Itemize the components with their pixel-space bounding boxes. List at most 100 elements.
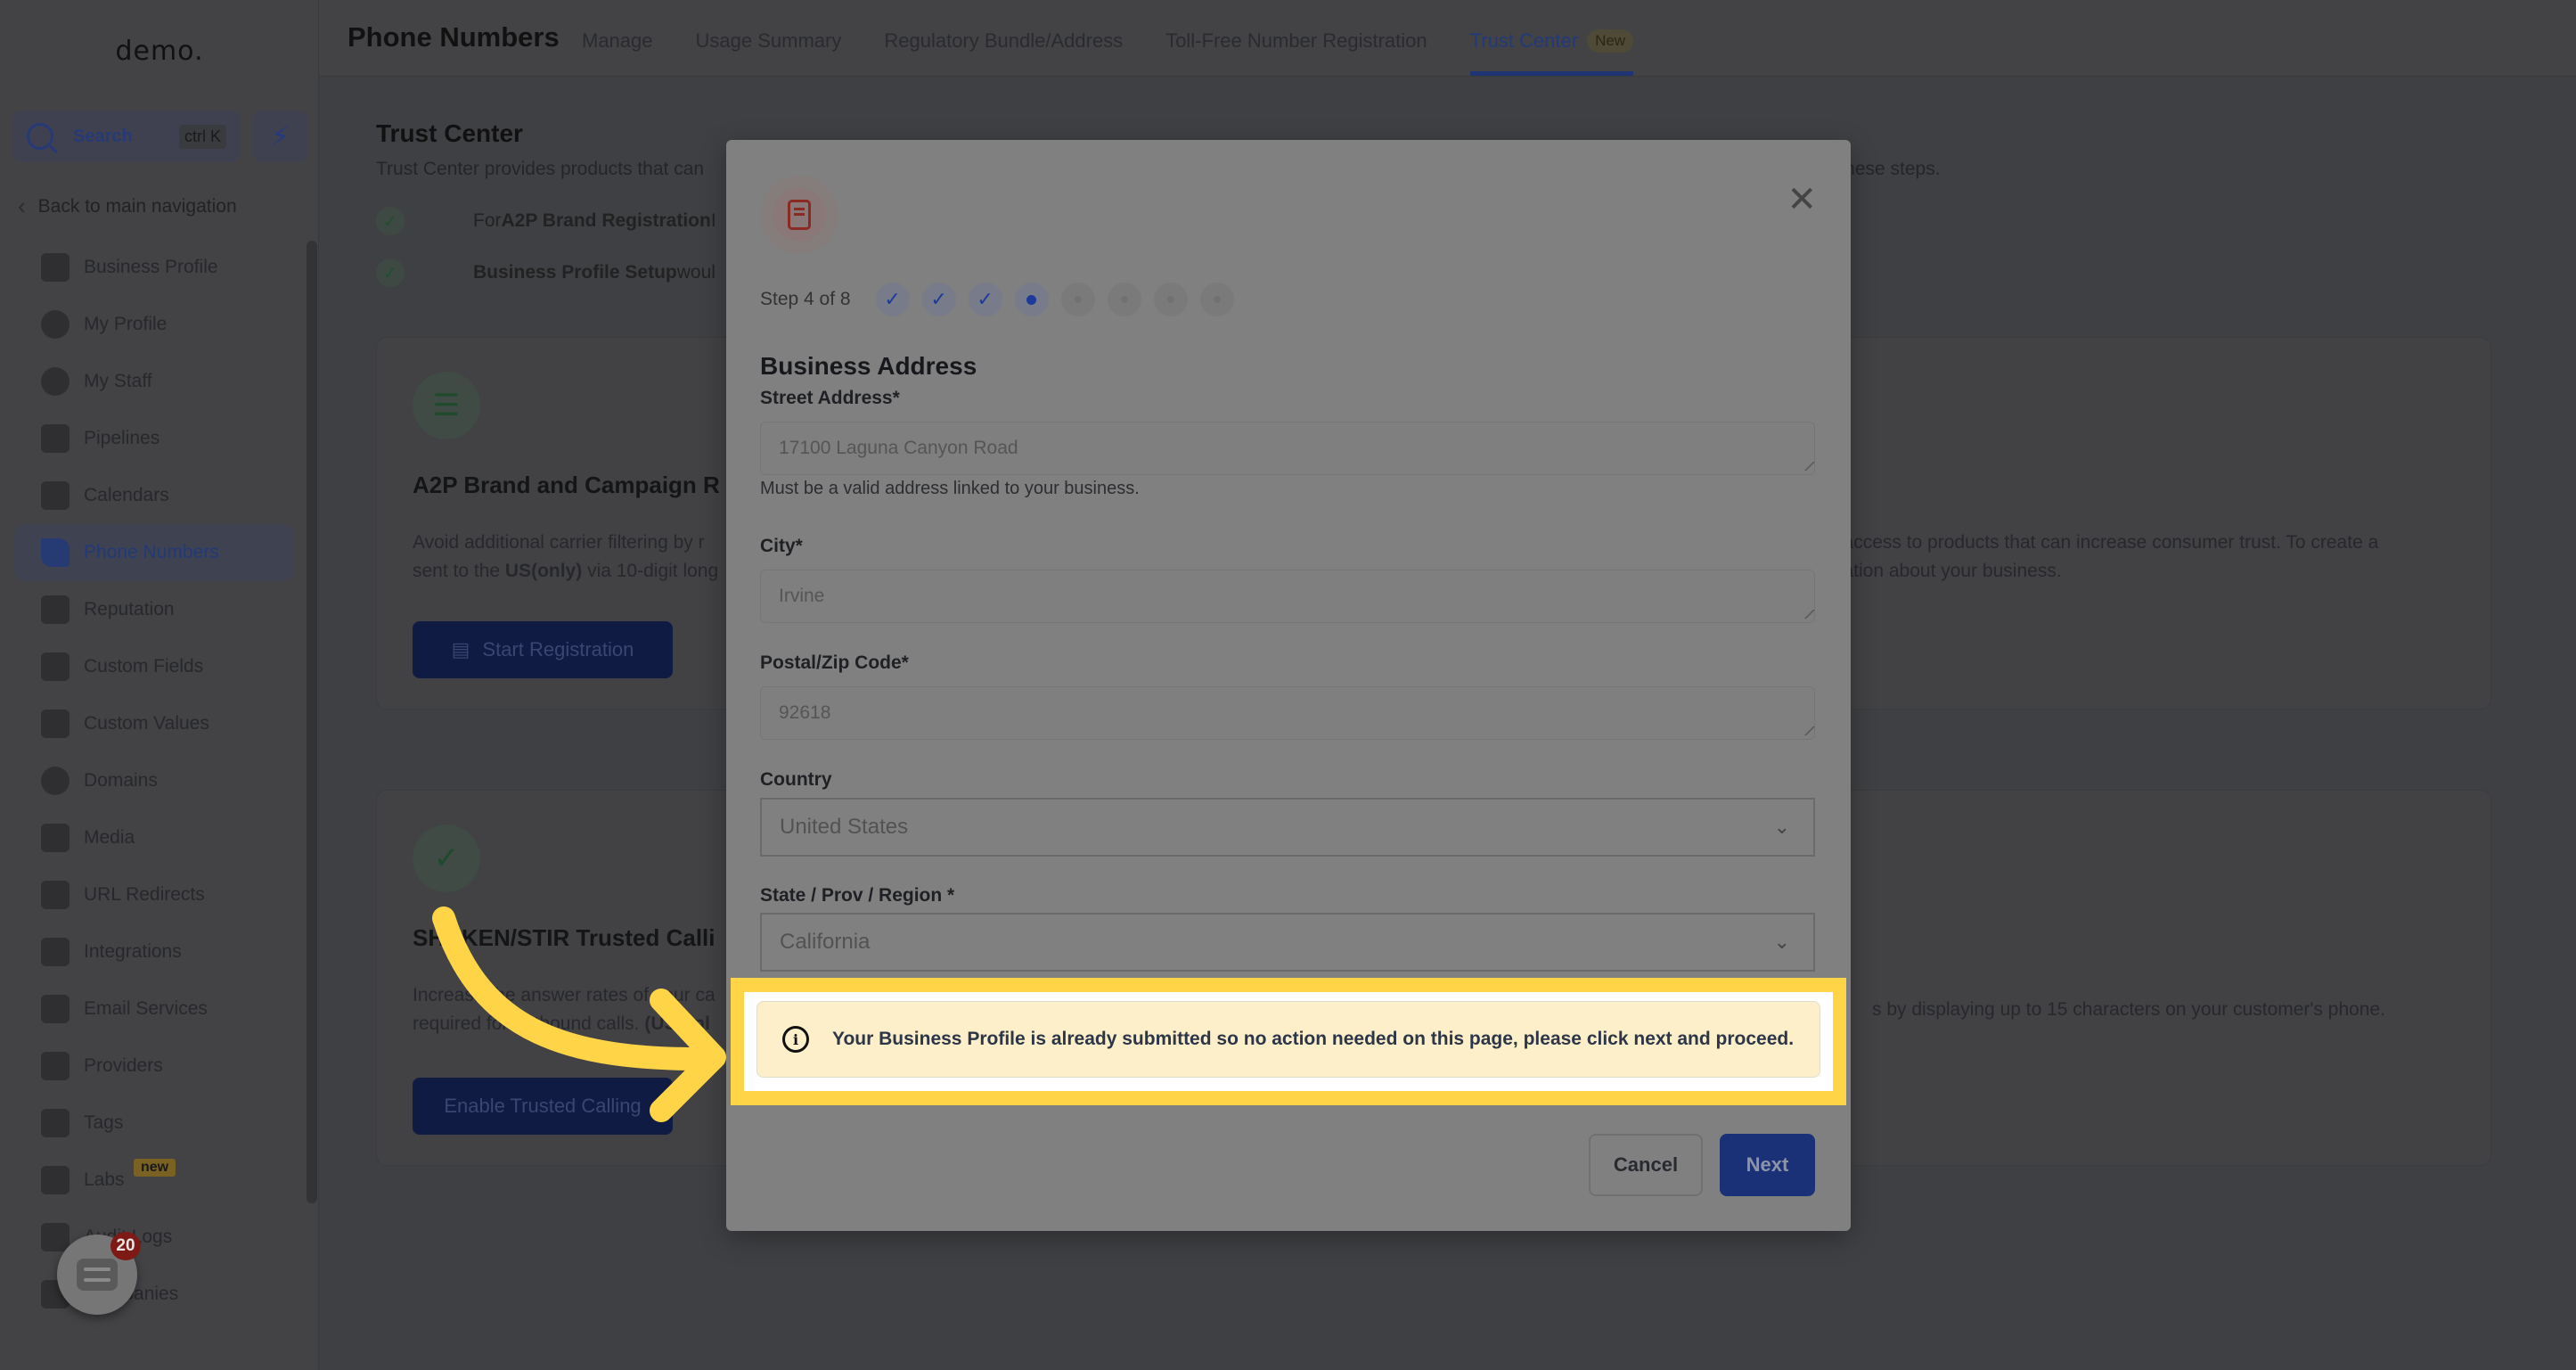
state-select[interactable]: California ⌄ <box>760 913 1815 972</box>
city-field[interactable]: Irvine <box>760 570 1815 623</box>
tab-label: Usage Summary <box>695 29 842 52</box>
tab-trust-center[interactable]: Trust Center New <box>1469 29 1634 76</box>
step-pending-8 <box>1199 283 1234 316</box>
sidebar-item-label: Custom Fields <box>84 656 204 677</box>
start-registration-button[interactable]: ▤ Start Registration <box>413 621 673 678</box>
checklist-bold: Business Profile Setup <box>473 262 677 283</box>
sidebar-item-label: Email Services <box>84 998 208 1019</box>
step-pending-5 <box>1060 283 1095 316</box>
checklist-item: ✓ For A2P Brand Registration I <box>376 207 716 235</box>
sidebar-item-my-profile[interactable]: My Profile <box>0 296 303 353</box>
street-address-help: Must be a valid address linked to your b… <box>760 479 1140 498</box>
sidebar-item-email-services[interactable]: Email Services <box>0 980 303 1038</box>
user-icon <box>41 367 70 396</box>
select-value: United States <box>780 815 909 839</box>
field-value: Irvine <box>779 586 825 606</box>
step-complete-3: ✓ <box>968 283 1002 316</box>
sidebar-item-url-redirects[interactable]: URL Redirects <box>0 866 303 923</box>
tab-usage-summary[interactable]: Usage Summary <box>696 29 842 76</box>
next-button[interactable]: Next <box>1720 1134 1815 1196</box>
step-complete-1: ✓ <box>875 283 910 316</box>
section-title: Business Address <box>760 352 977 380</box>
modal-icon-ring <box>760 176 838 254</box>
postal-code-label: Postal/Zip Code* <box>760 652 909 673</box>
search-shortcut: ctrl K <box>178 124 226 149</box>
card-title: SHAKEN/STIR Trusted Calli <box>413 924 716 951</box>
resize-handle[interactable] <box>1797 462 1815 471</box>
sidebar-item-custom-fields[interactable]: Custom Fields <box>0 638 303 695</box>
chat-icon <box>77 1259 118 1291</box>
text: required for outbound calls. <box>413 1013 645 1034</box>
video-icon <box>41 824 70 852</box>
sidebar-item-labs[interactable]: Labs new <box>0 1152 303 1209</box>
tab-label: Toll-Free Number Registration <box>1165 29 1427 52</box>
sidebar-scrollbar[interactable] <box>307 241 317 1203</box>
card-text-line: u access to products that can increase c… <box>1828 532 2379 553</box>
card-text-line: Avoid additional carrier filtering by r <box>413 532 705 553</box>
check-icon: ✓ <box>376 258 405 287</box>
sidebar-item-label: Calendars <box>84 485 169 505</box>
sidebar-item-domains[interactable]: Domains <box>0 752 303 809</box>
tab-label: Manage <box>582 29 653 52</box>
card-text: Avoid additional carrier filtering by r … <box>413 529 718 586</box>
sidebar-item-audit-logs[interactable]: Audit Logs <box>0 1209 303 1266</box>
tab-toll-free-registration[interactable]: Toll-Free Number Registration <box>1165 29 1427 76</box>
logo: demo. <box>115 36 204 67</box>
chevron-down-icon: ⌄ <box>1773 931 1790 953</box>
sidebar-item-companies[interactable]: Companies <box>0 1266 303 1323</box>
tabs: Manage Usage Summary Regulatory Bundle/A… <box>582 29 1634 76</box>
integrations-icon <box>41 938 70 966</box>
sidebar-item-integrations[interactable]: Integrations <box>0 923 303 980</box>
button-label: Start Registration <box>482 638 634 660</box>
sidebar-item-tags[interactable]: Tags <box>0 1095 303 1152</box>
step-label: Step 4 of 8 <box>760 289 851 309</box>
sidebar-item-media[interactable]: Media <box>0 809 303 866</box>
diamond-icon <box>41 710 70 738</box>
card-text-line: s by displaying up to 15 characters on y… <box>1872 999 2385 1020</box>
sidebar-item-label: Tags <box>84 1112 124 1133</box>
street-address-label: Street Address* <box>760 388 900 408</box>
tab-label: Trust Center <box>1469 29 1579 52</box>
sidebar-item-business-profile[interactable]: Business Profile <box>0 239 303 296</box>
sidebar: demo. Search ctrl K ⚡ ‹ Back to main nav… <box>0 0 319 1370</box>
resize-handle[interactable] <box>1797 610 1815 619</box>
card-text-line: Increase the answer rates of your ca <box>413 985 716 1005</box>
country-label: Country <box>760 769 832 790</box>
country-select[interactable]: United States ⌄ <box>760 798 1815 857</box>
enable-trusted-calling-button[interactable]: Enable Trusted Calling <box>413 1078 673 1135</box>
street-address-field[interactable]: 17100 Laguna Canyon Road <box>760 422 1815 475</box>
clipboard-check-icon <box>41 1052 70 1080</box>
quick-actions-button[interactable]: ⚡ <box>253 111 307 162</box>
checklist-item: ✓ Business Profile Setup woul <box>376 258 716 287</box>
business-address-modal: ✕ Step 4 of 8 ✓ ✓ ✓ Business Address Str… <box>726 140 1851 1231</box>
sidebar-item-providers[interactable]: Providers <box>0 1038 303 1095</box>
tab-regulatory-bundle[interactable]: Regulatory Bundle/Address <box>884 29 1123 76</box>
back-to-main-nav-link[interactable]: ‹ Back to main navigation <box>18 193 237 220</box>
resize-handle[interactable] <box>1797 726 1815 735</box>
redirect-icon <box>41 881 70 909</box>
field-value: 92618 <box>779 702 831 723</box>
globe-icon <box>41 767 70 795</box>
new-badge: New <box>1587 29 1634 53</box>
checklist-text: woul <box>676 262 716 283</box>
tab-manage[interactable]: Manage <box>582 29 653 76</box>
sidebar-item-phone-numbers[interactable]: Phone Numbers <box>14 524 294 581</box>
sidebar-item-my-staff[interactable]: My Staff <box>0 353 303 410</box>
cancel-button[interactable]: Cancel <box>1589 1134 1703 1196</box>
sidebar-item-label: Reputation <box>84 599 175 619</box>
search-button[interactable]: Search ctrl K <box>12 111 241 162</box>
star-icon <box>41 595 70 624</box>
close-button[interactable]: ✕ <box>1787 179 1817 220</box>
text-bold: (US onl <box>644 1013 710 1034</box>
postal-code-field[interactable]: 92618 <box>760 686 1815 740</box>
highlight-box: i Your Business Profile is already submi… <box>731 978 1846 1105</box>
sidebar-item-calendars[interactable]: Calendars <box>0 467 303 524</box>
new-badge: new <box>134 1159 176 1177</box>
mail-icon <box>41 995 70 1023</box>
sidebar-item-reputation[interactable]: Reputation <box>0 581 303 638</box>
sidebar-nav: Business Profile My Profile My Staff Pip… <box>0 239 303 1323</box>
sidebar-item-pipelines[interactable]: Pipelines <box>0 410 303 467</box>
flask-icon <box>41 1166 70 1194</box>
sidebar-item-custom-values[interactable]: Custom Values <box>0 695 303 752</box>
close-icon: ✕ <box>1787 180 1817 219</box>
